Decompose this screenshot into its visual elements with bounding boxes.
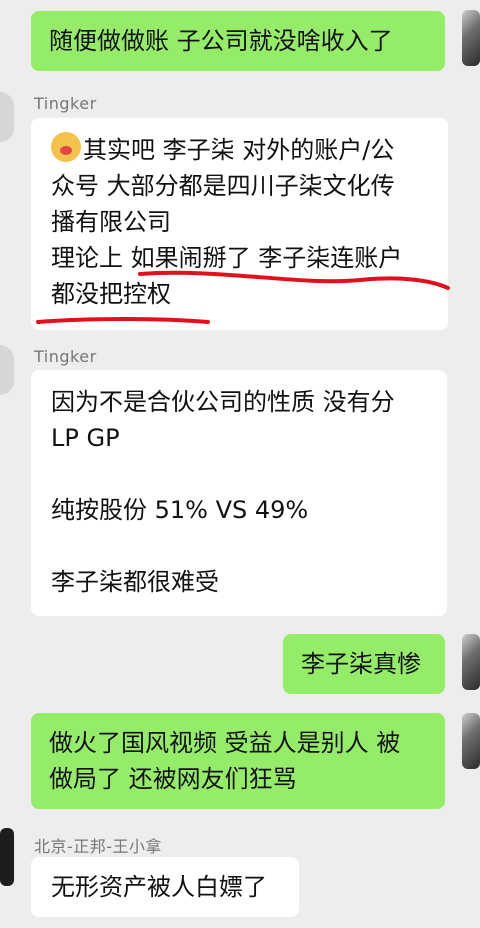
my-avatar[interactable] xyxy=(462,713,480,769)
message-line: 因为不是合伙公司的性质 没有分 xyxy=(51,388,395,416)
sender-avatar[interactable] xyxy=(0,345,14,395)
sender-avatar[interactable] xyxy=(0,828,14,886)
message-line: 做火了国风视频 受益人是别人 被 xyxy=(49,729,401,757)
message-bubble-other[interactable]: 因为不是合伙公司的性质 没有分 LP GP 纯按股份 51% VS 49% 李子… xyxy=(31,370,447,616)
message-bubble-other[interactable]: 无形资产被人白嫖了 xyxy=(31,857,299,917)
my-avatar[interactable] xyxy=(462,634,480,690)
message-bubble-own[interactable]: 做火了国风视频 受益人是别人 被 做局了 还被网友们狂骂 xyxy=(31,713,445,809)
message-line: LP GP xyxy=(51,424,120,452)
message-line: 无形资产被人白嫖了 xyxy=(51,873,267,901)
sender-name: Tingker xyxy=(34,347,97,366)
message-bubble-own[interactable]: 李子柒真惨 xyxy=(283,634,445,694)
message-line: 李子柒都很难受 xyxy=(51,568,219,596)
sender-name: 北京-正邦-王小拿 xyxy=(34,837,163,856)
message-line: 做局了 还被网友们狂骂 xyxy=(49,765,297,793)
message-line: 纯按股份 51% VS 49% xyxy=(51,496,309,524)
message-line xyxy=(51,456,431,492)
message-line xyxy=(51,528,431,564)
message-line: 李子柒真惨 xyxy=(301,650,421,678)
